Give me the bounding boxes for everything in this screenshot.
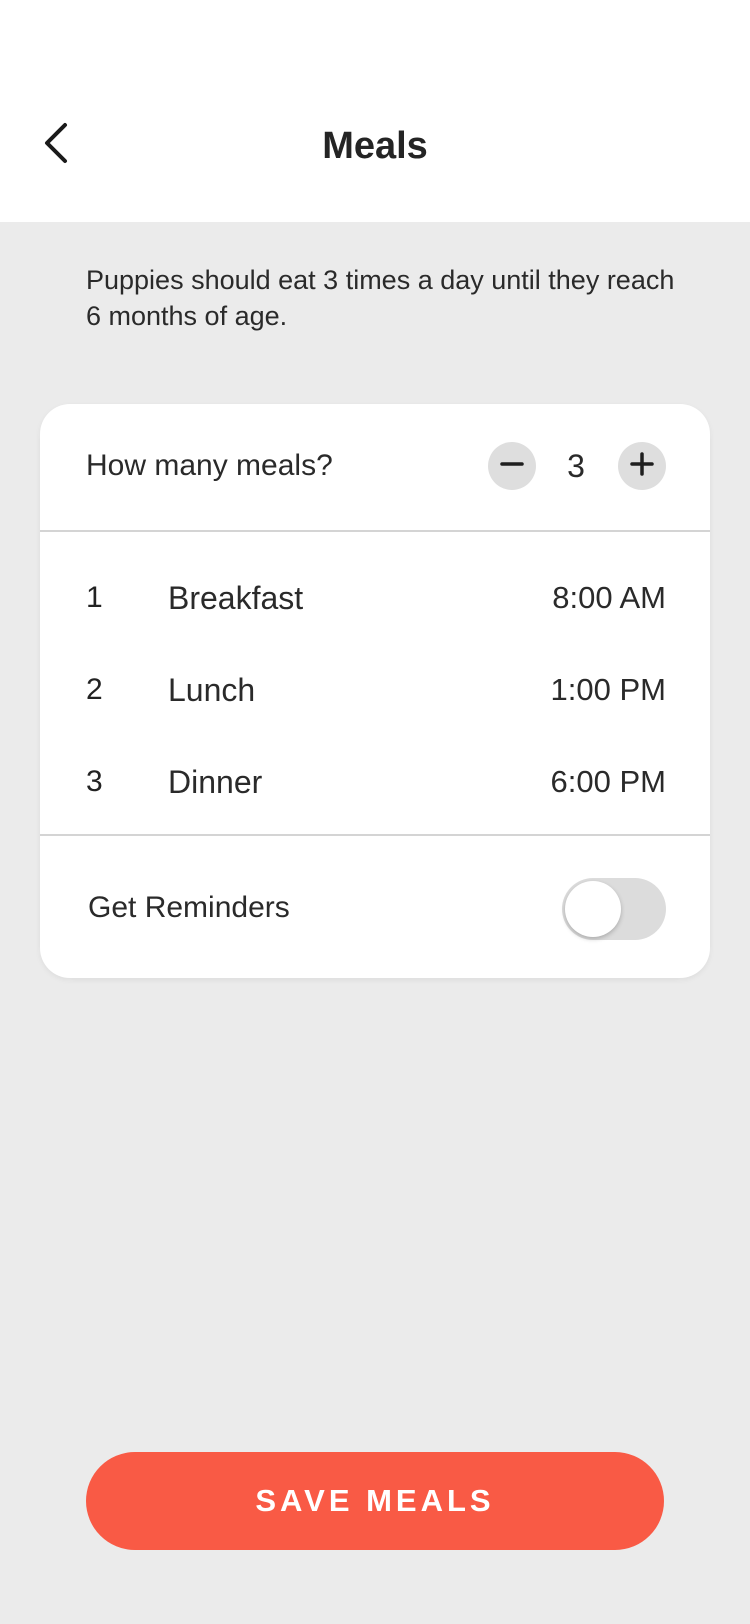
meal-name: Breakfast xyxy=(168,580,304,616)
meal-count-label: How many meals? xyxy=(86,449,333,482)
meal-row[interactable]: 2 Lunch 1:00 PM xyxy=(40,644,710,736)
meal-time[interactable]: 1:00 PM xyxy=(551,668,666,712)
page-title: Meals xyxy=(322,125,428,167)
meal-name: Lunch xyxy=(168,672,256,708)
decrement-button[interactable] xyxy=(488,442,536,490)
meal-count-row: How many meals? 3 xyxy=(40,404,710,532)
meal-number: 3 xyxy=(86,765,103,798)
reminders-label: Get Reminders xyxy=(88,891,290,924)
toggle-knob xyxy=(565,881,621,937)
meal-row[interactable]: 1 Breakfast 8:00 AM xyxy=(40,552,710,644)
meal-count-value: 3 xyxy=(567,448,585,484)
meals-card: How many meals? 3 1 Breakfast 8:00 AM 2 … xyxy=(40,404,710,978)
meal-number: 2 xyxy=(86,673,103,706)
save-meals-button[interactable]: SAVE MEALS xyxy=(86,1452,664,1550)
header-bar: Meals xyxy=(0,0,750,222)
meal-time[interactable]: 6:00 PM xyxy=(551,760,666,804)
minus-icon xyxy=(499,451,525,482)
meal-row[interactable]: 3 Dinner 6:00 PM xyxy=(40,736,710,828)
reminders-toggle[interactable] xyxy=(562,878,666,940)
meal-name: Dinner xyxy=(168,764,263,800)
meal-time[interactable]: 8:00 AM xyxy=(552,576,666,620)
increment-button[interactable] xyxy=(618,442,666,490)
plus-icon xyxy=(629,451,655,482)
meal-number: 1 xyxy=(86,581,103,614)
divider xyxy=(40,834,710,836)
intro-text: Puppies should eat 3 times a day until t… xyxy=(86,265,675,331)
